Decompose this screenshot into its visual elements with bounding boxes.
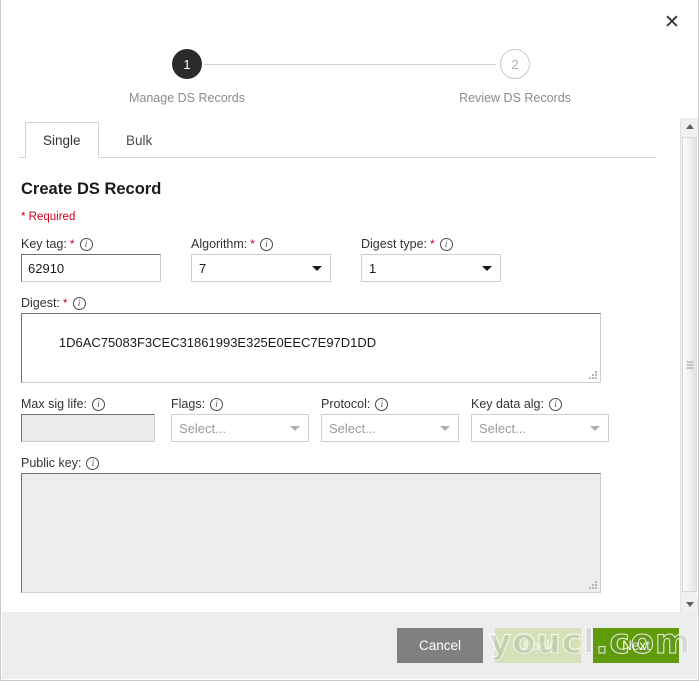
chevron-down-icon: [312, 266, 322, 271]
vertical-scrollbar[interactable]: [680, 118, 698, 613]
max-sig-life-label: Max sig life: i: [21, 397, 155, 411]
info-icon[interactable]: i: [72, 296, 86, 310]
stepper-step-review-ds-records[interactable]: 2 Review DS Records: [445, 42, 585, 105]
resize-grip-icon[interactable]: [587, 579, 597, 589]
algorithm-selected-value: 7: [199, 260, 207, 276]
tab-bulk[interactable]: Bulk: [109, 122, 169, 158]
info-icon[interactable]: i: [92, 397, 105, 411]
key-data-alg-select[interactable]: Select...: [471, 414, 609, 442]
caret-down-icon: [685, 602, 694, 607]
info-icon[interactable]: i: [548, 397, 562, 411]
step-1-circle: 1: [172, 49, 202, 79]
protocol-select[interactable]: Select...: [321, 414, 459, 442]
algorithm-label: Algorithm: * i: [191, 237, 331, 251]
caret-up-icon: [685, 124, 694, 129]
dialog-footer: Cancel Back Next: [2, 612, 697, 679]
key-tag-input[interactable]: [21, 254, 161, 282]
digest-label: Digest: * i: [21, 296, 601, 310]
flags-selected-value: Select...: [179, 420, 226, 436]
digest-type-select[interactable]: 1: [361, 254, 501, 282]
required-note: * Required: [21, 211, 76, 223]
chevron-down-icon: [290, 426, 300, 431]
flags-select[interactable]: Select...: [171, 414, 309, 442]
max-sig-life-input[interactable]: [21, 414, 155, 442]
digest-label-text: Digest:: [21, 296, 60, 310]
max-sig-life-label-text: Max sig life:: [21, 397, 87, 411]
protocol-label: Protocol: i: [321, 397, 459, 411]
required-asterisk: *: [250, 237, 255, 251]
protocol-selected-value: Select...: [329, 420, 376, 436]
info-icon[interactable]: i: [210, 397, 224, 411]
tab-single-label: Single: [43, 132, 81, 148]
wizard-stepper: 1 Manage DS Records 2 Review DS Records: [1, 42, 656, 114]
digest-type-label: Digest type: * i: [361, 237, 501, 251]
step-2-label: Review DS Records: [459, 91, 571, 105]
close-icon[interactable]: ✕: [658, 8, 686, 36]
chevron-down-icon: [590, 426, 600, 431]
key-data-alg-label: Key data alg: i: [471, 397, 609, 411]
create-ds-record-dialog: ✕ 1 Manage DS Records 2 Review DS Record…: [0, 0, 699, 681]
info-icon[interactable]: i: [79, 237, 93, 251]
required-asterisk: *: [69, 237, 75, 251]
chevron-down-icon: [482, 266, 492, 271]
algorithm-label-text: Algorithm:: [191, 237, 248, 251]
tab-bulk-label: Bulk: [126, 132, 153, 148]
key-tag-label-text: Key tag:: [21, 237, 67, 251]
scroll-up-button[interactable]: [681, 118, 698, 135]
step-1-label: Manage DS Records: [128, 91, 246, 105]
stepper-step-manage-ds-records[interactable]: 1 Manage DS Records: [117, 42, 257, 105]
public-key-label: Public key: i: [21, 456, 601, 470]
info-icon[interactable]: i: [259, 237, 273, 251]
tab-bar: Single Bulk: [19, 122, 656, 158]
back-button[interactable]: Back: [495, 628, 581, 663]
flags-label-text: Flags:: [171, 397, 206, 411]
scrollbar-thumb[interactable]: [682, 137, 697, 592]
form-panel: Create DS Record * Required Key tag: * i…: [1, 158, 656, 613]
next-button[interactable]: Next: [593, 628, 679, 663]
scroll-down-button[interactable]: [681, 596, 698, 613]
page-title: Create DS Record: [21, 180, 162, 198]
key-tag-label: Key tag: * i: [21, 237, 161, 251]
step-2-circle: 2: [500, 49, 530, 79]
algorithm-select[interactable]: 7: [191, 254, 331, 282]
scrollbar-grip-icon: [686, 361, 693, 368]
digest-type-label-text: Digest type:: [361, 237, 428, 251]
key-data-alg-selected-value: Select...: [479, 420, 526, 436]
digest-value: 1D6AC75083F3CEC31861993E325E0EEC7E97D1DD: [58, 335, 377, 350]
protocol-label-text: Protocol:: [321, 397, 371, 411]
digest-type-selected-value: 1: [369, 260, 377, 276]
required-asterisk: *: [62, 296, 68, 310]
tab-single[interactable]: Single: [25, 122, 99, 158]
required-asterisk: *: [430, 237, 435, 251]
info-icon[interactable]: i: [86, 456, 100, 470]
info-icon[interactable]: i: [375, 397, 389, 411]
resize-grip-icon[interactable]: [587, 369, 597, 379]
flags-label: Flags: i: [171, 397, 309, 411]
chevron-down-icon: [440, 426, 450, 431]
info-icon[interactable]: i: [439, 237, 453, 251]
key-data-alg-label-text: Key data alg:: [471, 397, 544, 411]
digest-textarea[interactable]: 1D6AC75083F3CEC31861993E325E0EEC7E97D1DD: [21, 313, 601, 383]
public-key-label-text: Public key:: [21, 456, 82, 470]
cancel-button[interactable]: Cancel: [397, 628, 483, 663]
public-key-textarea[interactable]: [21, 473, 601, 593]
